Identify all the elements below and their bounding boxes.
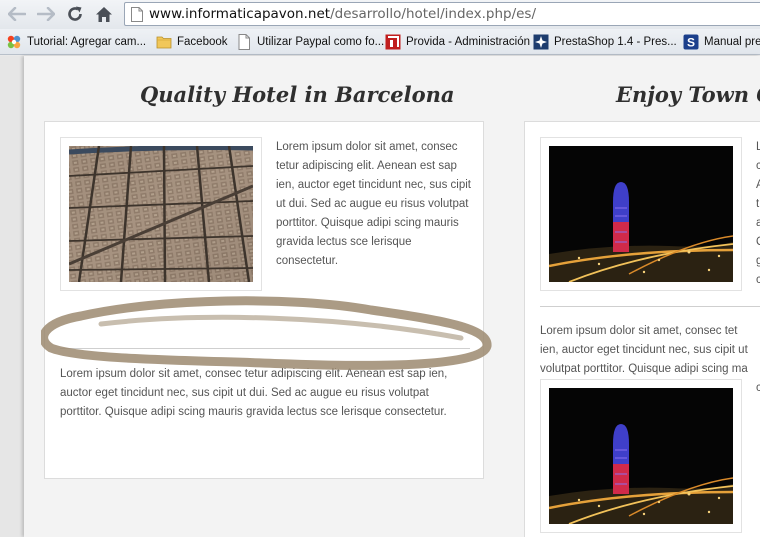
bookmark-provida[interactable]: Provida - Administración bbox=[385, 33, 530, 51]
town-side-letter: A bbox=[756, 179, 760, 191]
card-divider bbox=[540, 306, 760, 307]
bookmarks-bar: Tutorial: Agregar cam... Facebook Utiliz… bbox=[0, 29, 760, 55]
joomla-icon bbox=[7, 35, 21, 49]
url-text: www.informaticapavon.net/desarrollo/hote… bbox=[149, 6, 536, 22]
url-path: /desarrollo/hotel/index.php/es/ bbox=[330, 6, 537, 22]
town-side-letter: c bbox=[756, 274, 760, 286]
torre-agbar-night-photo-icon bbox=[549, 388, 733, 524]
town-side-letter: t bbox=[756, 198, 760, 210]
address-bar[interactable]: www.informaticapavon.net/desarrollo/hote… bbox=[124, 2, 760, 26]
town-side-letter: Q bbox=[756, 233, 760, 252]
town-side-text: L c A t a Q g c bbox=[756, 138, 760, 290]
section-title-hotel: Quality Hotel in Barcelona bbox=[140, 82, 455, 107]
town-body-line: ien, auctor eget tincidunt nec, sus cipi… bbox=[540, 344, 748, 356]
content-area: Quality Hotel in Barcelona Lorem ipsum d… bbox=[24, 56, 760, 537]
bookmark-label: Tutorial: Agregar cam... bbox=[27, 36, 147, 48]
town-image-frame-1 bbox=[540, 137, 742, 291]
prestashop-icon bbox=[533, 34, 549, 50]
forward-arrow-icon bbox=[37, 7, 55, 21]
town-center-card: L c A t a Q g c Lorem ipsum dolor sit am… bbox=[524, 121, 760, 537]
town-side-letter: c bbox=[756, 160, 760, 172]
reload-icon bbox=[68, 6, 82, 21]
bookmark-label: Utilizar Paypal como fo... bbox=[257, 36, 385, 48]
forward-button[interactable] bbox=[35, 3, 57, 25]
torre-agbar-image-1 bbox=[549, 146, 733, 282]
bookmark-label: Facebook bbox=[177, 36, 228, 48]
town-body-line: volutpat porttitor. Quisque adipi scing … bbox=[540, 363, 748, 375]
town-side-letter: a bbox=[756, 217, 760, 229]
scribble-annotation-icon bbox=[41, 296, 492, 370]
home-icon bbox=[96, 6, 112, 22]
hotel-body-text: Lorem ipsum dolor sit amet, consec tetur… bbox=[60, 368, 448, 418]
folder-icon bbox=[156, 36, 172, 49]
section-title-town-center: Enjoy Town Cen bbox=[616, 82, 760, 107]
town-body-line: Lorem ipsum dolor sit amet, consec tet bbox=[540, 325, 738, 337]
bookmark-label: Manual pres bbox=[704, 36, 760, 48]
barcelona-aerial-image bbox=[69, 146, 253, 282]
hotel-card: Lorem ipsum dolor sit amet, consec tetur… bbox=[41, 121, 492, 479]
torre-agbar-night-photo-icon bbox=[549, 146, 733, 282]
bookmark-prestashop[interactable]: PrestaShop 1.4 - Pres... bbox=[533, 33, 677, 51]
url-host: www.informaticapavon.net bbox=[149, 6, 331, 22]
town-side-text-2: c bbox=[756, 382, 760, 394]
back-arrow-icon bbox=[8, 7, 26, 21]
back-button[interactable] bbox=[6, 3, 28, 25]
bookmark-tutorial[interactable]: Tutorial: Agregar cam... bbox=[6, 33, 146, 51]
bookmark-manual[interactable]: S Manual pres bbox=[683, 33, 760, 51]
bookmark-label: Provida - Administración bbox=[406, 36, 530, 48]
svg-text:S: S bbox=[687, 36, 695, 50]
bookmark-label: PrestaShop 1.4 - Pres... bbox=[554, 36, 677, 48]
page-icon bbox=[131, 7, 143, 22]
bookmark-paypal[interactable]: Utilizar Paypal como fo... bbox=[236, 33, 384, 51]
hotel-intro-text: Lorem ipsum dolor sit amet, consec tetur… bbox=[276, 141, 471, 267]
browser-toolbar: www.informaticapavon.net/desarrollo/hote… bbox=[0, 0, 760, 29]
provida-icon bbox=[385, 34, 401, 50]
reload-button[interactable] bbox=[64, 3, 86, 25]
s-icon: S bbox=[683, 34, 699, 50]
bookmark-facebook[interactable]: Facebook bbox=[156, 33, 228, 51]
town-side-letter: g bbox=[756, 255, 760, 267]
page-viewport: Quality Hotel in Barcelona Lorem ipsum d… bbox=[0, 56, 760, 537]
browser-window: www.informaticapavon.net/desarrollo/hote… bbox=[0, 0, 760, 537]
town-body-text: Lorem ipsum dolor sit amet, consec tet i… bbox=[540, 322, 760, 379]
town-image-frame-2 bbox=[540, 379, 742, 533]
home-button[interactable] bbox=[93, 3, 115, 25]
torre-agbar-image-2 bbox=[549, 388, 733, 524]
hotel-image-frame bbox=[60, 137, 262, 291]
barcelona-aerial-photo-icon bbox=[69, 146, 253, 282]
page-icon bbox=[238, 34, 250, 50]
town-side-letter: L bbox=[756, 141, 760, 153]
